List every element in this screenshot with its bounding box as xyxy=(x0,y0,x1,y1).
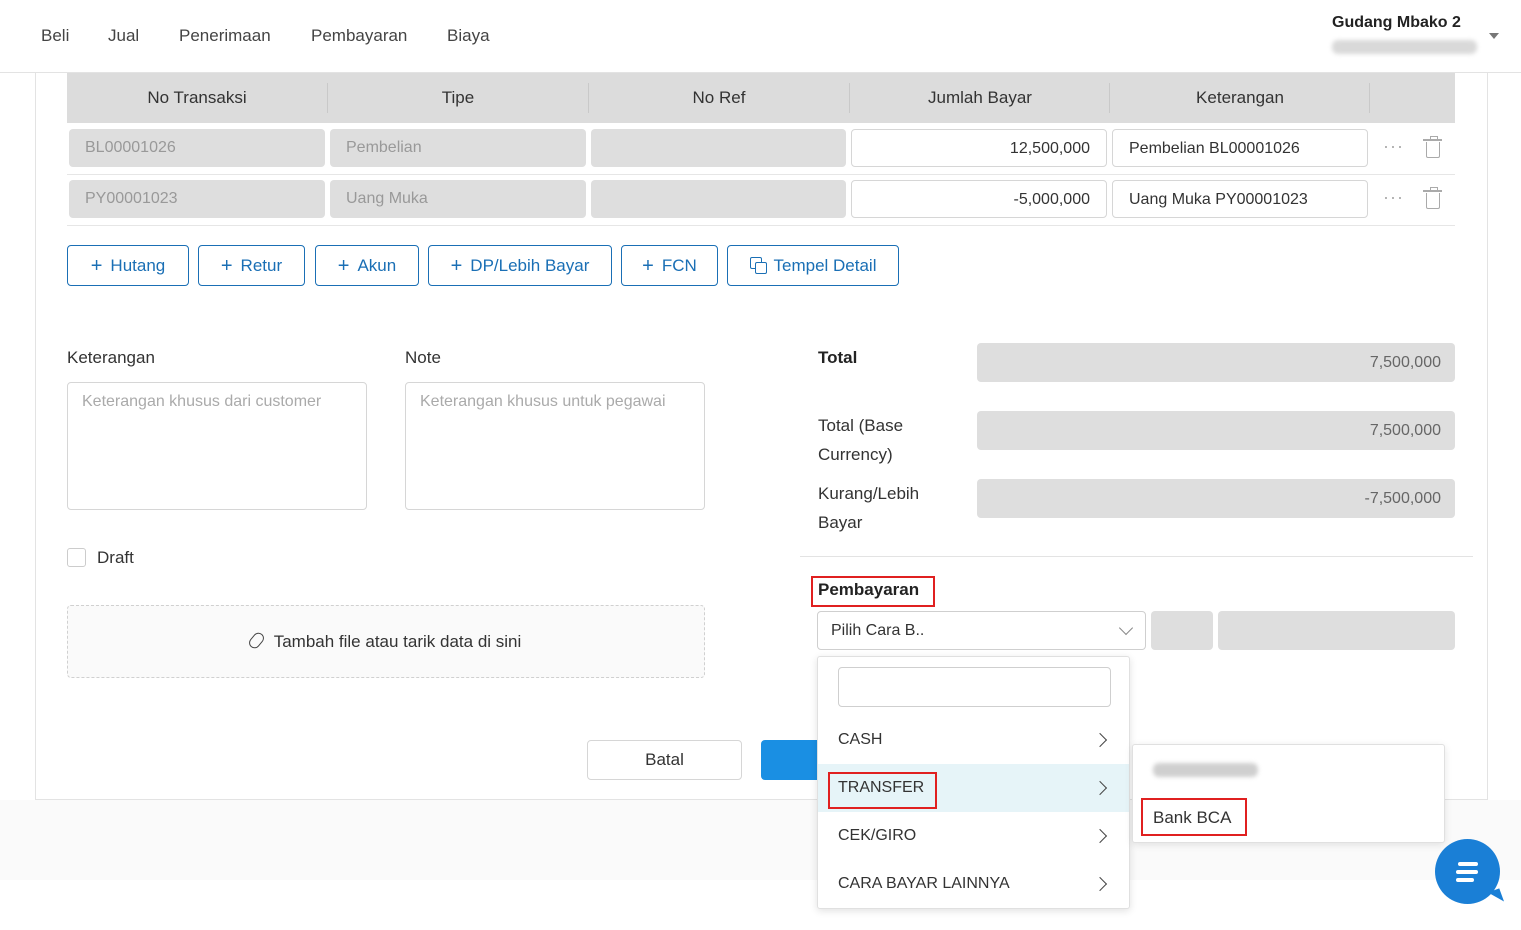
paste-detail-button[interactable]: Tempel Detail xyxy=(727,245,899,286)
row1-trash-icon[interactable] xyxy=(1423,136,1442,158)
row1-no-ref xyxy=(591,129,846,167)
highlight-bank-bca xyxy=(1141,798,1247,836)
payment-method-select[interactable]: Pilih Cara B.. xyxy=(817,611,1146,650)
nav-pembayaran[interactable]: Pembayaran xyxy=(311,26,407,46)
add-hutang-button[interactable]: + Hutang xyxy=(67,245,189,286)
row2-jumlah-input[interactable]: -5,000,000 xyxy=(851,180,1107,218)
draft-label: Draft xyxy=(97,548,134,567)
file-dropzone[interactable]: Tambah file atau tarik data di sini xyxy=(67,605,705,678)
copy-icon xyxy=(749,257,767,274)
add-fcn-button[interactable]: + FCN xyxy=(621,245,718,286)
chat-bubble-tail xyxy=(1487,888,1505,906)
col-no-transaksi: No Transaksi xyxy=(147,88,247,107)
chevron-right-icon xyxy=(1092,732,1108,748)
top-navbar: Beli Jual Penerimaan Pembayaran Biaya Gu… xyxy=(0,0,1521,73)
row2-trash-icon[interactable] xyxy=(1423,187,1442,209)
row-divider xyxy=(67,225,1455,226)
total-base-value: 7,500,000 xyxy=(977,411,1455,450)
plus-icon: + xyxy=(90,255,103,277)
col-tipe: Tipe xyxy=(441,88,475,107)
cancel-button[interactable]: Batal xyxy=(587,740,742,780)
keterangan-textarea[interactable]: Keterangan khusus dari customer xyxy=(67,382,367,510)
row1-keterangan-input[interactable]: Pembelian BL00001026 xyxy=(1112,129,1368,167)
option-lainnya-label: CARA BAYAR LAINNYA xyxy=(838,875,1010,892)
payment-amount-field xyxy=(1218,611,1455,650)
bank-name-redacted[interactable] xyxy=(1153,763,1258,777)
option-cek-giro-label: CEK/GIRO xyxy=(838,827,917,844)
row1-no-transaksi: BL00001026 xyxy=(69,129,325,167)
row1-more-icon[interactable]: ··· xyxy=(1383,136,1404,157)
row2-keterangan-input[interactable]: Uang Muka PY00001023 xyxy=(1112,180,1368,218)
row2-tipe: Uang Muka xyxy=(330,180,586,218)
row1-jumlah-input[interactable]: 12,500,000 xyxy=(851,129,1107,167)
chat-icon xyxy=(1458,862,1478,866)
kurang-lebih-value: -7,500,000 xyxy=(977,479,1455,518)
nav-jual[interactable]: Jual xyxy=(108,26,139,46)
add-hutang-label: Hutang xyxy=(110,256,166,275)
company-name[interactable]: Gudang Mbako 2 xyxy=(1332,14,1461,32)
paperclip-icon xyxy=(246,630,266,651)
total-value: 7,500,000 xyxy=(977,343,1455,382)
row1-tipe: Pembelian xyxy=(330,129,586,167)
plus-icon: + xyxy=(220,255,233,277)
note-label: Note xyxy=(405,348,441,367)
payment-select-value: Pilih Cara B.. xyxy=(831,622,925,639)
add-dp-button[interactable]: + DP/Lebih Bayar xyxy=(428,245,612,286)
option-cash-label: CASH xyxy=(838,731,883,748)
row2-no-ref xyxy=(591,180,846,218)
keterangan-label: Keterangan xyxy=(67,348,155,367)
chevron-right-icon xyxy=(1092,876,1108,892)
dropzone-label: Tambah file atau tarik data di sini xyxy=(273,632,522,651)
row-divider xyxy=(67,174,1455,175)
add-akun-button[interactable]: + Akun xyxy=(315,245,419,286)
option-cek-giro[interactable]: CEK/GIRO xyxy=(818,812,1129,860)
plus-icon: + xyxy=(337,255,350,277)
currency-field xyxy=(1151,611,1213,650)
nav-beli[interactable]: Beli xyxy=(41,26,69,46)
chevron-down-icon xyxy=(1118,620,1134,636)
add-fcn-label: FCN xyxy=(661,256,697,275)
account-dropdown-icon[interactable] xyxy=(1489,33,1499,39)
option-cara-bayar-lainnya[interactable]: CARA BAYAR LAINNYA xyxy=(818,860,1129,908)
option-cash[interactable]: CASH xyxy=(818,716,1129,764)
row2-more-icon[interactable]: ··· xyxy=(1383,187,1404,208)
add-retur-button[interactable]: + Retur xyxy=(198,245,305,286)
chat-support-button[interactable] xyxy=(1435,839,1505,906)
kurang-lebih-label: Kurang/Lebih Bayar xyxy=(818,484,920,532)
section-divider xyxy=(800,556,1473,557)
chat-icon xyxy=(1456,878,1474,882)
total-label: Total xyxy=(818,348,858,367)
highlight-payment-title xyxy=(811,576,935,607)
total-base-label: Total (Base Currency) xyxy=(818,416,904,464)
nav-penerimaan[interactable]: Penerimaan xyxy=(179,26,271,46)
nav-biaya[interactable]: Biaya xyxy=(447,26,490,46)
paste-detail-label: Tempel Detail xyxy=(773,256,877,275)
note-textarea[interactable]: Keterangan khusus untuk pegawai xyxy=(405,382,705,510)
add-akun-label: Akun xyxy=(357,256,397,275)
chat-icon xyxy=(1456,870,1478,874)
table-header: No Transaksi Tipe No Ref Jumlah Bayar Ke… xyxy=(67,73,1455,123)
draft-checkbox[interactable] xyxy=(67,548,86,567)
row2-no-transaksi: PY00001023 xyxy=(69,180,325,218)
chevron-right-icon xyxy=(1092,780,1108,796)
col-divider xyxy=(1369,83,1370,113)
add-dp-label: DP/Lebih Bayar xyxy=(470,256,590,275)
chevron-right-icon xyxy=(1092,828,1108,844)
col-no-ref: No Ref xyxy=(692,88,746,107)
plus-icon: + xyxy=(450,255,463,277)
col-jumlah-bayar: Jumlah Bayar xyxy=(928,88,1032,107)
plus-icon: + xyxy=(642,255,654,277)
add-retur-label: Retur xyxy=(240,256,283,275)
dropdown-search-input[interactable] xyxy=(838,667,1111,707)
save-button[interactable] xyxy=(761,740,821,780)
col-keterangan: Keterangan xyxy=(1196,88,1284,107)
highlight-transfer xyxy=(828,772,937,809)
user-email-redacted xyxy=(1332,40,1477,54)
